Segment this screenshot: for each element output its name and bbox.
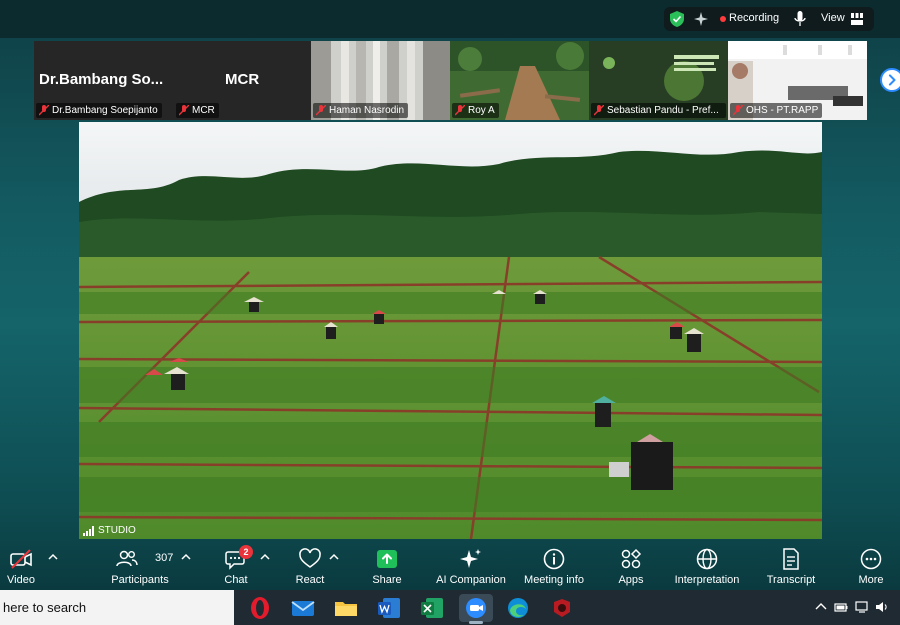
more-button[interactable]: More (850, 542, 892, 590)
zoom-meeting-window: Recording View Dr.Bambang So... Dr.Bamba… (0, 0, 900, 590)
next-page-arrow-icon[interactable] (880, 68, 900, 92)
recording-dot-icon (720, 16, 726, 22)
signal-bars-icon (83, 525, 94, 536)
participants-count: 307 (155, 552, 174, 564)
apps-button[interactable]: Apps (610, 542, 652, 590)
participants-button[interactable]: Participants (108, 542, 172, 590)
file-explorer-icon[interactable] (332, 594, 360, 622)
participant-display-name: MCR (225, 71, 260, 88)
edge-icon[interactable] (504, 594, 532, 622)
globe-icon (696, 548, 718, 570)
participants-options-caret-icon[interactable] (181, 553, 191, 561)
meeting-status-pill: Recording View (664, 7, 874, 31)
network-icon[interactable] (855, 600, 869, 614)
video-button[interactable]: Video (0, 542, 42, 590)
video-off-icon (10, 549, 32, 569)
muted-mic-icon (733, 105, 743, 116)
participant-display-name: Dr.Bambang So... (39, 71, 164, 88)
heart-icon (299, 548, 321, 568)
chat-options-caret-icon[interactable] (260, 553, 270, 561)
zoom-icon (466, 598, 486, 618)
apps-icon (621, 548, 642, 569)
ai-sparkle-icon (460, 549, 481, 568)
participant-tile[interactable]: Sebastian Pandu - Pref... (589, 41, 728, 120)
top-bar: Recording View (0, 0, 900, 38)
participant-name-label: Sebastian Pandu - Pref... (591, 103, 726, 118)
windows-taskbar: here to search (0, 590, 900, 625)
transcript-icon (783, 548, 799, 570)
muted-mic-icon (455, 105, 465, 116)
nursery-scene-image (79, 122, 822, 539)
mail-icon[interactable] (289, 594, 317, 622)
participant-tile[interactable]: MCR MCR (174, 41, 311, 120)
video-options-caret-icon[interactable] (48, 553, 58, 561)
chat-unread-badge: 2 (239, 545, 253, 559)
participant-tile[interactable]: Haman Nasrodin (311, 41, 450, 120)
muted-mic-icon (39, 105, 49, 116)
transcript-button[interactable]: Transcript (762, 542, 820, 590)
zoom-taskbar-button[interactable] (459, 594, 493, 622)
microphone-icon[interactable] (793, 10, 807, 28)
show-hidden-icons-chevron-icon[interactable] (814, 600, 828, 614)
share-screen-icon (377, 550, 397, 568)
view-button[interactable]: View (821, 12, 845, 24)
react-options-caret-icon[interactable] (329, 553, 339, 561)
participant-tile[interactable]: Roy A (450, 41, 589, 120)
active-app-indicator (469, 621, 483, 624)
main-video-feed[interactable]: STUDIO (79, 122, 822, 539)
battery-icon[interactable] (834, 600, 848, 614)
video-quality-label: STUDIO (83, 525, 136, 536)
participant-name-label: MCR (176, 103, 219, 118)
more-dots-icon (860, 548, 882, 570)
volume-icon[interactable] (875, 600, 889, 614)
meeting-info-button[interactable]: Meeting info (520, 542, 588, 590)
participant-name-label: Roy A (452, 103, 499, 118)
react-button[interactable]: React (288, 542, 332, 590)
word-icon[interactable] (375, 594, 403, 622)
share-button[interactable]: Share (364, 542, 410, 590)
security-shield-icon[interactable] (668, 10, 686, 28)
participant-tile[interactable]: Dr.Bambang So... Dr.Bambang Soepijanto (34, 41, 174, 120)
participants-icon (116, 550, 138, 567)
muted-mic-icon (594, 105, 604, 116)
participant-tile[interactable]: OHS - PT.RAPP (728, 41, 867, 120)
ai-companion-button[interactable]: AI Companion (434, 542, 508, 590)
info-icon (543, 548, 565, 570)
muted-mic-icon (316, 105, 326, 116)
grid-view-icon[interactable] (851, 13, 863, 25)
participant-strip: Dr.Bambang So... Dr.Bambang Soepijanto M… (34, 41, 867, 120)
recording-label[interactable]: Recording (729, 12, 779, 24)
muted-mic-icon (179, 105, 189, 116)
taskbar-search-box[interactable]: here to search (0, 590, 234, 625)
interpretation-button[interactable]: Interpretation (668, 542, 746, 590)
participant-name-label: OHS - PT.RAPP (730, 103, 823, 118)
opera-icon[interactable] (246, 594, 274, 622)
game-app-icon[interactable] (548, 594, 576, 622)
ai-sparkle-icon[interactable] (692, 10, 710, 28)
participant-name-label: Haman Nasrodin (313, 103, 409, 118)
meeting-toolbar: Video Participants 307 Chat 2 React Shar… (0, 542, 900, 590)
excel-icon[interactable] (418, 594, 446, 622)
participant-name-label: Dr.Bambang Soepijanto (36, 103, 162, 118)
